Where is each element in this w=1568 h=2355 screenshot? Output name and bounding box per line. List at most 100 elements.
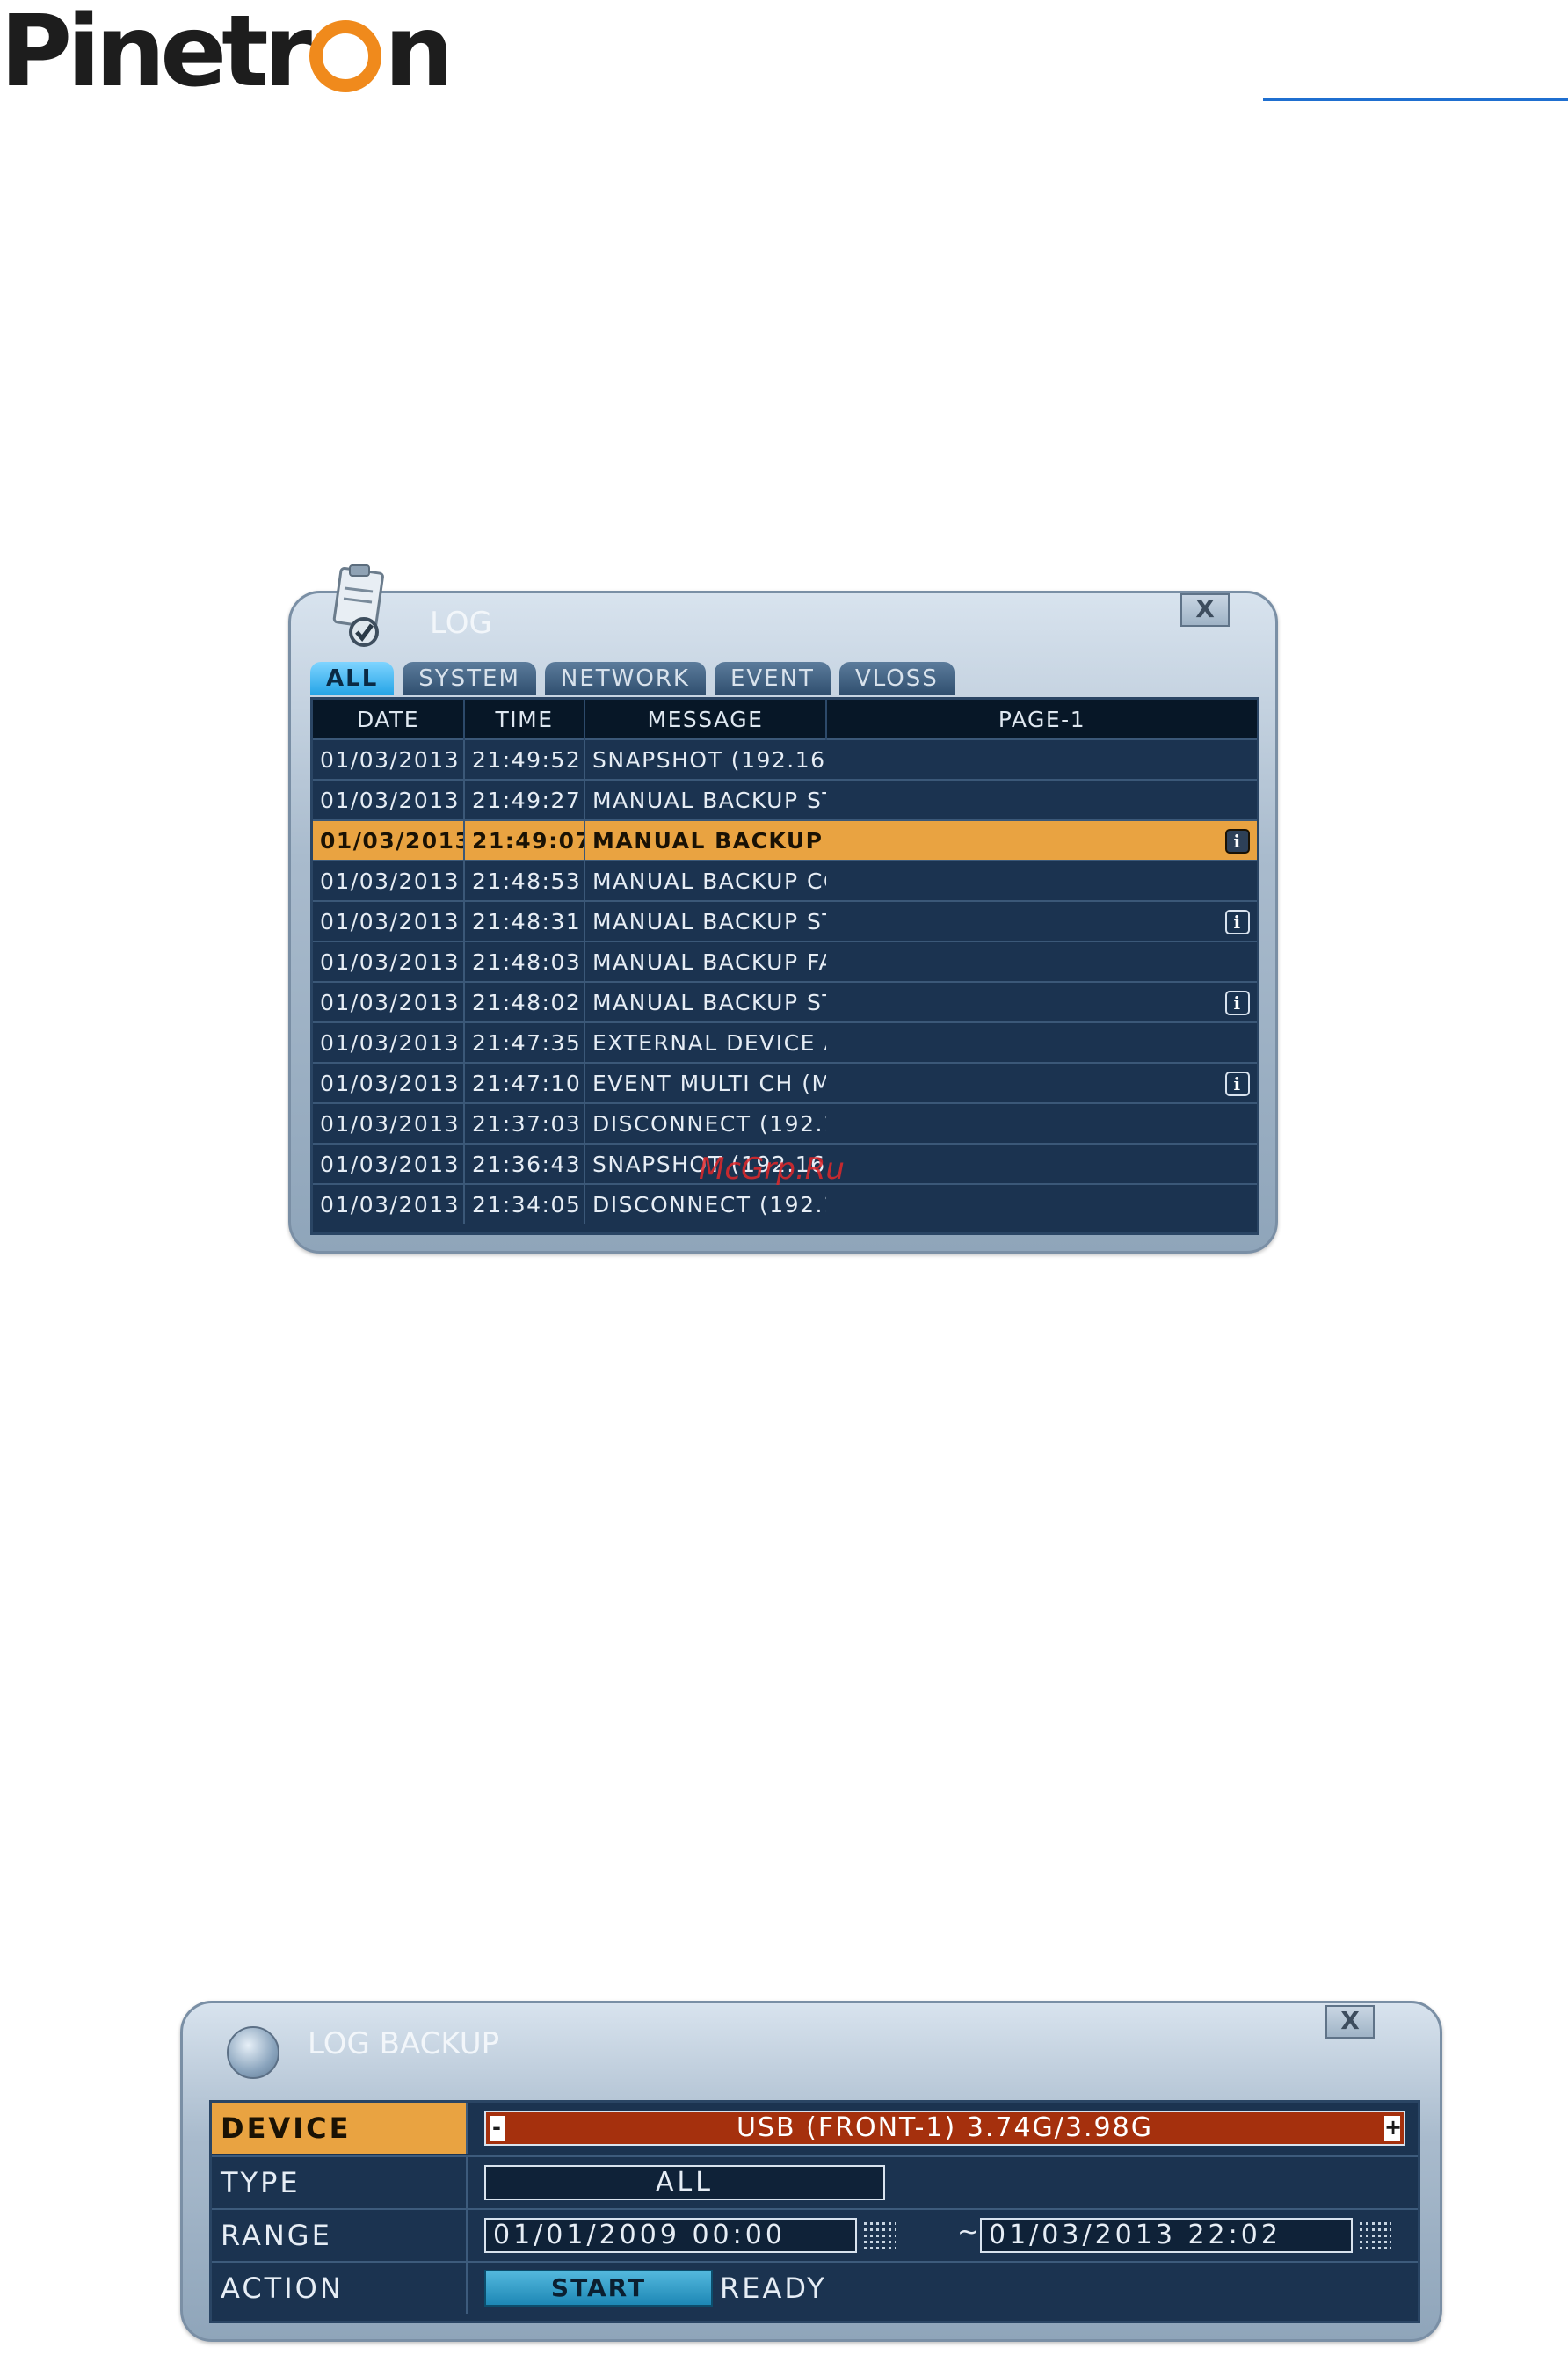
log-info-cell: i <box>826 1062 1257 1103</box>
log-date-cell: 01/03/2013 <box>313 1143 465 1184</box>
log-message-cell: DISCONNECT (192.168.9.61) <box>584 1183 826 1224</box>
log-row[interactable]: 01/03/201321:48:02MANUAL BACKUP START (A… <box>313 981 1257 1022</box>
range-end-calendar-icon[interactable] <box>1360 2222 1391 2249</box>
range-start-field[interactable]: 01/01/2009 00:00 <box>484 2218 857 2253</box>
tab-system[interactable]: SYSTEM <box>403 662 536 695</box>
log-row[interactable]: 01/03/201321:48:03MANUAL BACKUP FAIL (AD… <box>313 941 1257 982</box>
log-time-cell: 21:49:27 <box>464 779 585 820</box>
log-date-cell: 01/03/2013 <box>313 1062 465 1103</box>
log-table: DATE TIME MESSAGE PAGE-1 01/03/2013 21:49… <box>313 700 1257 1224</box>
log-info-cell <box>826 1143 1257 1184</box>
log-row[interactable]: 01/03/201321:37:03DISCONNECT (192.168.9.… <box>313 1102 1257 1144</box>
round-orb-icon <box>227 2026 279 2079</box>
log-row[interactable]: 01/03/201321:49:07MANUAL BACKUP START (A… <box>313 819 1257 861</box>
start-button[interactable]: START <box>484 2270 713 2307</box>
log-date-cell: 01/03/2013 <box>313 1021 465 1063</box>
log-row[interactable]: 01/03/201321:34:05DISCONNECT (192.168.9.… <box>313 1183 1257 1224</box>
header-rule <box>1263 98 1568 101</box>
log-row[interactable]: 01/03/201321:49:27MANUAL BACKUP STOP (AD… <box>313 779 1257 820</box>
column-header-date[interactable]: DATE <box>313 700 465 739</box>
log-message-cell: MANUAL BACKUP START (ADMIN) <box>584 981 826 1022</box>
logo-o-ring <box>309 20 381 92</box>
log-row[interactable]: 01/03/201321:49:52SNAPSHOT (192.168.9.61… <box>313 738 1257 780</box>
tab-network[interactable]: NETWORK <box>544 662 706 695</box>
log-time-cell: 21:34:05 <box>464 1183 585 1224</box>
info-icon[interactable]: i <box>1225 991 1250 1015</box>
log-backup-title: LOG BACKUP <box>308 2026 500 2061</box>
log-date-cell: 01/03/2013 <box>313 819 465 861</box>
device-select[interactable]: - USB (FRONT-1) 3.74G/3.98G + <box>484 2111 1405 2146</box>
log-date-cell: 01/03/2013 <box>313 1183 465 1224</box>
log-message-cell: SNAPSHOT (192.168.9.61 ADMIN) <box>584 738 826 780</box>
log-backup-close-button[interactable]: X <box>1325 2005 1375 2039</box>
log-row[interactable]: 01/03/201321:47:35EXTERNAL DEVICE ADD (U… <box>313 1021 1257 1063</box>
action-row: ACTION START READY <box>212 2261 1418 2314</box>
range-separator: ~ <box>957 2217 980 2248</box>
type-select[interactable]: ALL <box>484 2165 885 2200</box>
log-info-cell: i <box>826 981 1257 1022</box>
tab-all[interactable]: ALL <box>310 662 395 695</box>
log-info-cell <box>826 1183 1257 1224</box>
type-row: TYPE ALL <box>212 2155 1418 2208</box>
type-label: TYPE <box>212 2157 468 2208</box>
log-row[interactable]: 01/03/201321:48:31MANUAL BACKUP START (A… <box>313 900 1257 941</box>
info-icon[interactable]: i <box>1225 829 1250 854</box>
log-time-cell: 21:37:03 <box>464 1102 585 1144</box>
log-row[interactable]: 01/03/201321:47:10EVENT MULTI CH (MOTION… <box>313 1062 1257 1103</box>
action-label: ACTION <box>212 2263 468 2314</box>
log-date-cell: 01/03/2013 <box>313 981 465 1022</box>
log-info-cell <box>826 860 1257 901</box>
log-table-header: DATE TIME MESSAGE PAGE-1 <box>313 700 1257 739</box>
device-increment-button[interactable]: + <box>1384 2116 1402 2141</box>
log-info-cell <box>826 1021 1257 1063</box>
range-end-field[interactable]: 01/03/2013 22:02 <box>980 2218 1353 2253</box>
column-header-message[interactable]: MESSAGE <box>584 700 827 739</box>
info-icon[interactable]: i <box>1225 910 1250 934</box>
log-message-cell: DISCONNECT (192.168.9.61) <box>584 1102 826 1144</box>
log-backup-form: DEVICE - USB (FRONT-1) 3.74G/3.98G + TYP… <box>209 2100 1420 2323</box>
tab-event[interactable]: EVENT <box>714 662 831 695</box>
log-date-cell: 01/03/2013 <box>313 779 465 820</box>
log-time-cell: 21:48:02 <box>464 981 585 1022</box>
log-message-cell: MANUAL BACKUP START (ADMIN) <box>584 819 826 861</box>
log-time-cell: 21:48:03 <box>464 941 585 982</box>
log-info-cell: i <box>826 900 1257 941</box>
device-row: DEVICE - USB (FRONT-1) 3.74G/3.98G + <box>212 2103 1418 2154</box>
log-window-title: LOG <box>430 606 492 641</box>
range-start-calendar-icon[interactable] <box>864 2222 896 2249</box>
log-info-cell: i <box>826 819 1257 861</box>
log-time-cell: 21:47:10 <box>464 1062 585 1103</box>
log-message-cell: MANUAL BACKUP START (ADMIN) <box>584 900 826 941</box>
clipboard-check-icon <box>332 564 384 647</box>
log-time-cell: 21:49:07 <box>464 819 585 861</box>
log-time-cell: 21:49:52 <box>464 738 585 780</box>
log-date-cell: 01/03/2013 <box>313 941 465 982</box>
log-message-cell: MANUAL BACKUP STOP (ADMIN) <box>584 779 826 820</box>
log-date-cell: 01/03/2013 <box>313 738 465 780</box>
log-time-cell: 21:36:43 <box>464 1143 585 1184</box>
log-time-cell: 21:48:31 <box>464 900 585 941</box>
device-decrement-button[interactable]: - <box>490 2116 505 2141</box>
log-backup-window: LOG BACKUP X DEVICE - USB (FRONT-1) 3.74… <box>180 2001 1442 2342</box>
tab-vloss[interactable]: VLOSS <box>838 662 955 695</box>
log-date-cell: 01/03/2013 <box>313 860 465 901</box>
log-info-cell <box>826 779 1257 820</box>
log-time-cell: 21:48:53 <box>464 860 585 901</box>
log-message-cell: EXTERNAL DEVICE ADD (USBF-A) <box>584 1021 826 1063</box>
device-value: USB (FRONT-1) 3.74G/3.98G <box>737 2112 1153 2143</box>
log-message-cell: EVENT MULTI CH (MOTION CH 1) <box>584 1062 826 1103</box>
log-info-cell <box>826 941 1257 982</box>
page-indicator[interactable]: PAGE-1 <box>826 700 1257 739</box>
range-row: RANGE 01/01/2009 00:00 ~ 01/03/2013 22:0… <box>212 2208 1418 2261</box>
log-message-cell: MANUAL BACKUP FAIL (ADMIN) <box>584 941 826 982</box>
log-message-cell: MANUAL BACKUP COMPLETE (ADMIN) <box>584 860 826 901</box>
log-tabs: ALL SYSTEM NETWORK EVENT VLOSS <box>310 662 955 697</box>
column-header-time[interactable]: TIME <box>464 700 585 739</box>
pinetron-logo: Pinetr n <box>0 0 454 109</box>
log-info-cell <box>826 1102 1257 1144</box>
range-label: RANGE <box>212 2210 468 2261</box>
log-close-button[interactable]: X <box>1180 593 1230 627</box>
info-icon[interactable]: i <box>1225 1072 1250 1096</box>
backup-status: READY <box>720 2271 827 2305</box>
log-row[interactable]: 01/03/201321:48:53MANUAL BACKUP COMPLETE… <box>313 860 1257 901</box>
